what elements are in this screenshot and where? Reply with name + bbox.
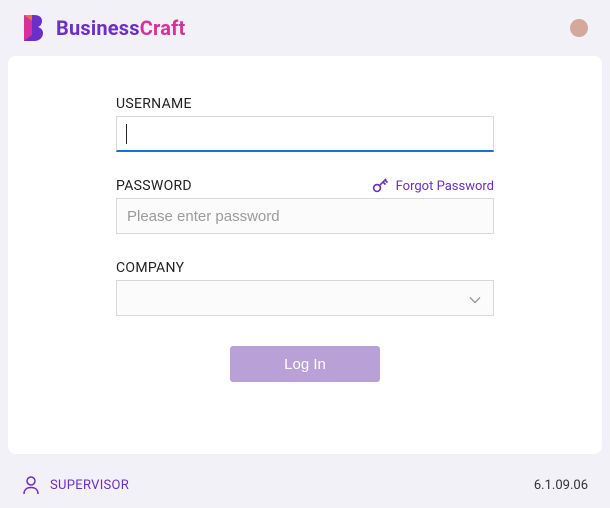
main-panel: USERNAME PASSWORD: [8, 56, 602, 454]
login-button[interactable]: Log In: [230, 346, 380, 382]
status-indicator-icon: [570, 19, 588, 37]
company-select[interactable]: [116, 280, 494, 316]
username-label: USERNAME: [116, 96, 192, 112]
key-icon: [372, 178, 390, 194]
footer-user-label: SUPERVISOR: [50, 478, 129, 493]
brand-title: BusinessCraft: [56, 16, 185, 40]
password-label: PASSWORD: [116, 178, 192, 194]
password-field: PASSWORD Forgot Password: [116, 178, 494, 234]
login-window: BusinessCraft USERNAME PASSWORD: [0, 0, 610, 508]
company-label: COMPANY: [116, 260, 184, 276]
text-caret-icon: [126, 124, 127, 144]
user-icon: [22, 475, 40, 495]
forgot-password-link[interactable]: Forgot Password: [372, 178, 494, 194]
brand-title-part1: Business: [56, 16, 140, 40]
header: BusinessCraft: [0, 0, 610, 56]
username-input[interactable]: [116, 116, 494, 152]
login-form: USERNAME PASSWORD: [116, 96, 494, 382]
brand-logo-icon: [18, 13, 46, 43]
forgot-password-label: Forgot Password: [396, 179, 494, 194]
username-field: USERNAME: [116, 96, 494, 152]
footer-user: SUPERVISOR: [22, 475, 129, 495]
brand-title-part2: Craft: [140, 16, 186, 40]
password-input[interactable]: [116, 198, 494, 234]
brand: BusinessCraft: [18, 13, 185, 43]
chevron-down-icon: [469, 289, 481, 308]
footer: SUPERVISOR 6.1.09.06: [0, 462, 610, 508]
footer-version: 6.1.09.06: [534, 478, 588, 493]
company-field: COMPANY: [116, 260, 494, 316]
